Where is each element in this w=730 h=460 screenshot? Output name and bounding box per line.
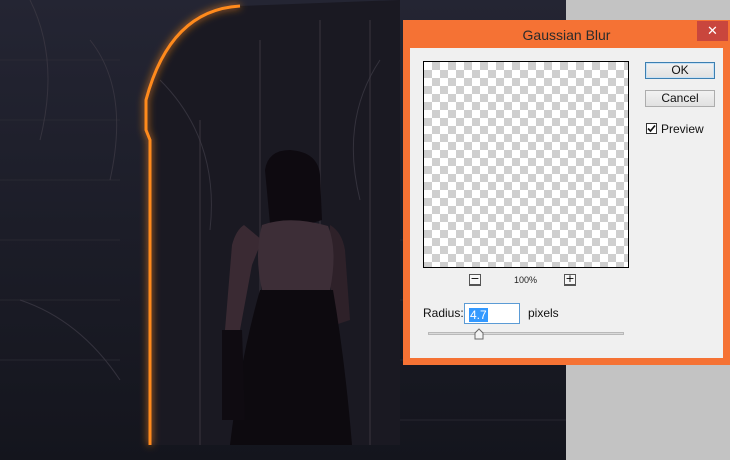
zoom-in-button[interactable]: +: [564, 272, 576, 286]
radius-slider-thumb[interactable]: [474, 328, 484, 340]
dialog-body: − 100% + OK Cancel Preview Radius: 4.7 p…: [410, 48, 723, 358]
plus-icon: +: [565, 272, 575, 285]
radius-unit-label: pixels: [528, 306, 559, 320]
radius-slider-track[interactable]: [428, 332, 624, 335]
dialog-title: Gaussian Blur: [522, 27, 611, 43]
dialog-title-bar[interactable]: Gaussian Blur ✕: [403, 20, 730, 48]
ok-button[interactable]: OK: [645, 62, 715, 79]
zoom-out-button[interactable]: −: [469, 272, 481, 286]
radius-input[interactable]: 4.7: [464, 303, 520, 324]
radius-label: Radius:: [423, 306, 464, 320]
radius-value: 4.7: [469, 308, 488, 322]
cancel-button[interactable]: Cancel: [645, 90, 715, 107]
zoom-level: 100%: [513, 275, 538, 285]
preview-checkbox[interactable]: [646, 123, 657, 134]
check-icon: [647, 124, 656, 133]
preview-label[interactable]: Preview: [661, 122, 704, 136]
preview-pane[interactable]: [423, 61, 629, 268]
close-icon: ✕: [707, 23, 718, 38]
minus-icon: −: [470, 272, 480, 285]
close-button[interactable]: ✕: [697, 21, 728, 41]
gaussian-blur-dialog: Gaussian Blur ✕ − 100% + OK Cancel Previ…: [403, 20, 730, 365]
